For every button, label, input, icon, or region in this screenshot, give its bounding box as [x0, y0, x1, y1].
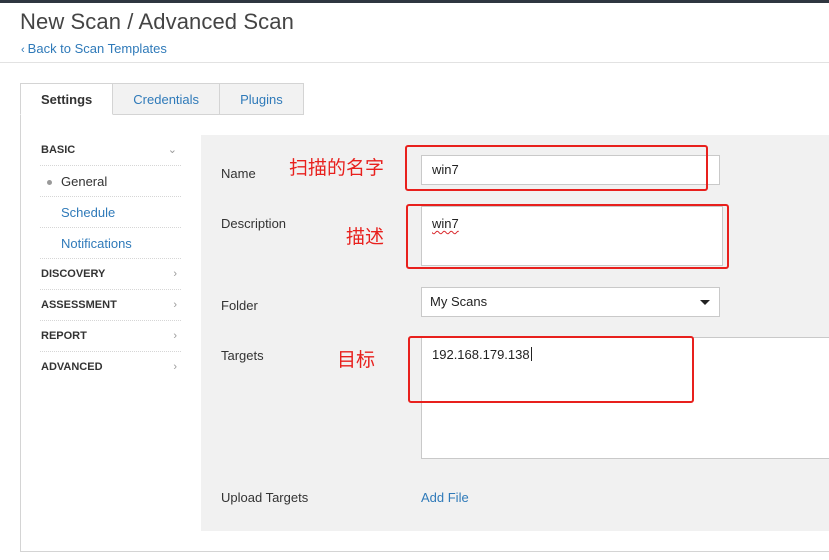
sidebar-item-label: Notifications — [61, 236, 132, 251]
sidebar-section-label: ASSESSMENT — [41, 299, 117, 311]
tab-bar: Settings Credentials Plugins — [20, 83, 304, 115]
general-settings-form — [201, 135, 829, 531]
name-highlight-box — [405, 145, 708, 191]
sidebar-section-assessment[interactable]: ASSESSMENT › — [40, 290, 181, 321]
description-label: Description — [221, 216, 287, 231]
sidebar-section-label: BASIC — [41, 144, 76, 156]
page-title: New Scan / Advanced Scan — [20, 9, 294, 34]
targets-highlight-box — [408, 336, 694, 403]
chevron-right-icon: › — [173, 299, 177, 311]
name-label: Name — [221, 166, 256, 181]
tab-plugins[interactable]: Plugins — [220, 83, 304, 115]
targets-annotation: 目标 — [337, 349, 376, 371]
sidebar-section-basic[interactable]: BASIC ⌄ — [40, 135, 181, 166]
bullet-icon — [47, 180, 52, 185]
folder-select[interactable]: My Scans — [421, 287, 720, 317]
upload-targets-label: Upload Targets — [221, 490, 309, 505]
tab-settings[interactable]: Settings — [20, 83, 114, 115]
sidebar-item-schedule[interactable]: Schedule — [40, 197, 181, 228]
chevron-left-icon: ‹ — [21, 44, 25, 56]
name-annotation: 扫描的名字 — [289, 157, 385, 179]
sidebar-section-label: ADVANCED — [41, 361, 103, 373]
chevron-right-icon: › — [173, 268, 177, 280]
targets-label: Targets — [221, 348, 264, 363]
sidebar-section-report[interactable]: REPORT › — [40, 321, 181, 352]
sidebar-item-notifications[interactable]: Notifications — [40, 228, 181, 259]
sidebar-section-label: REPORT — [41, 330, 87, 342]
back-to-templates-link[interactable]: ‹ Back to Scan Templates — [21, 41, 167, 56]
header-divider — [0, 62, 829, 63]
sidebar-item-label: Schedule — [61, 205, 116, 220]
tab-credentials[interactable]: Credentials — [113, 83, 221, 115]
settings-sidebar: BASIC ⌄ General Schedule Notifications D… — [40, 135, 181, 383]
sidebar-section-label: DISCOVERY — [41, 268, 106, 280]
chevron-down-icon: ⌄ — [167, 144, 177, 156]
folder-label: Folder — [221, 298, 258, 313]
top-bar — [0, 0, 829, 3]
chevron-right-icon: › — [173, 361, 177, 373]
description-annotation: 描述 — [346, 226, 385, 248]
description-highlight-box — [406, 204, 729, 269]
sidebar-section-advanced[interactable]: ADVANCED › — [40, 352, 181, 383]
folder-select-value: My Scans — [430, 294, 488, 309]
sidebar-section-discovery[interactable]: DISCOVERY › — [40, 259, 181, 290]
back-link-label: Back to Scan Templates — [27, 41, 167, 56]
add-file-link[interactable]: Add File — [421, 490, 469, 505]
sidebar-item-general[interactable]: General — [40, 166, 181, 197]
caret-down-icon — [700, 300, 710, 305]
chevron-right-icon: › — [173, 330, 177, 342]
sidebar-item-label: General — [61, 174, 108, 189]
